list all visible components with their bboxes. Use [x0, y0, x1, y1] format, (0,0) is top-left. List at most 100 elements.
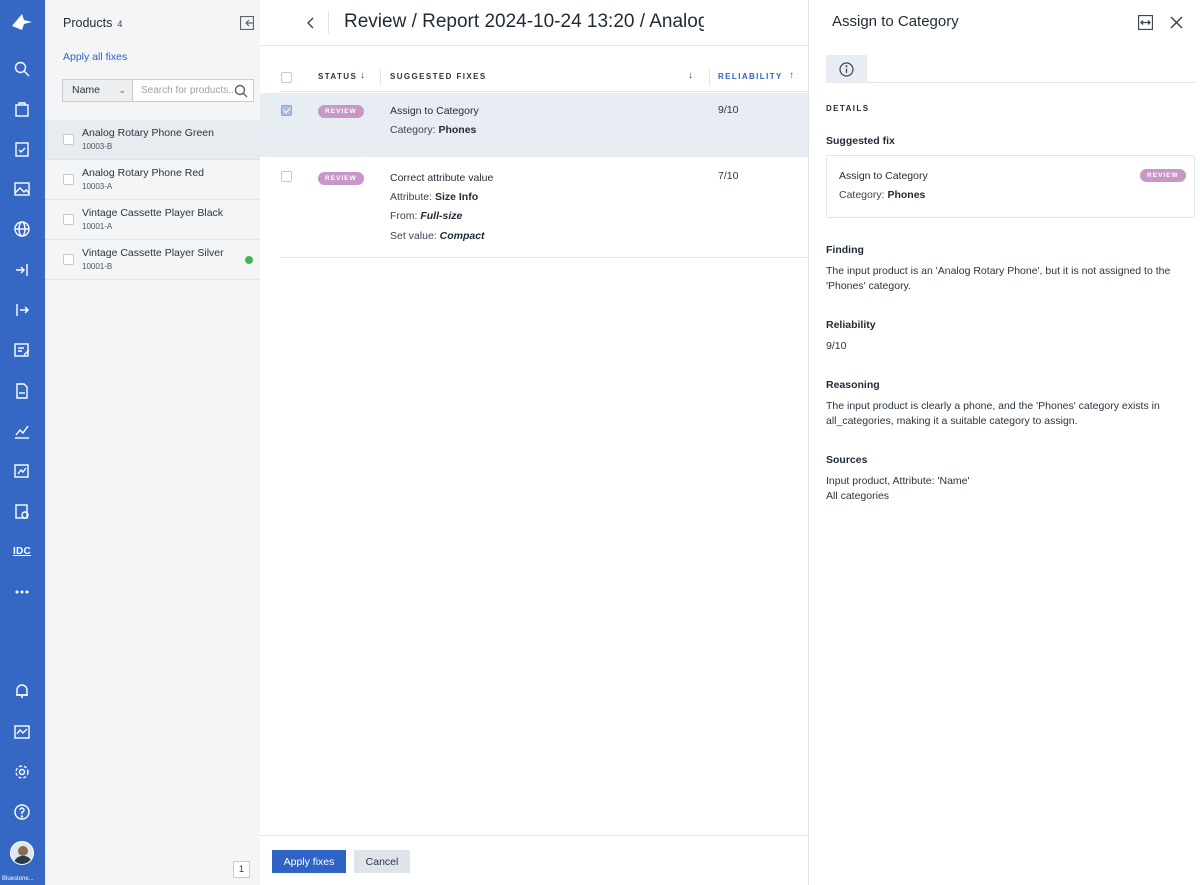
product-sku: 10003-B [82, 142, 113, 151]
reliability-value: 9/10 [718, 104, 739, 116]
product-name: Vintage Cassette Player Black [82, 207, 224, 219]
product-checkbox[interactable] [63, 254, 74, 265]
brand-label: Bluestone... [2, 876, 34, 882]
sort-down-icon[interactable]: ↓ [360, 70, 365, 81]
select-all-checkbox[interactable] [281, 72, 292, 83]
search-icon[interactable] [234, 84, 248, 101]
apply-fixes-button[interactable]: Apply fixes [272, 850, 346, 873]
chart-report-icon[interactable] [12, 461, 32, 481]
logo-icon[interactable] [10, 12, 34, 32]
header-divider [328, 12, 329, 34]
status-ok-icon [245, 256, 253, 264]
fix-detail: Category: Phones [390, 124, 476, 136]
reliability-label: Reliability [826, 319, 876, 331]
product-checkbox[interactable] [63, 174, 74, 185]
chevron-down-icon: ⌄ [118, 85, 126, 95]
page-number[interactable]: 1 [233, 861, 250, 878]
close-icon[interactable] [1169, 15, 1184, 33]
column-suggested-fixes[interactable]: SUGGESTED FIXES [390, 72, 487, 81]
gear-icon[interactable] [12, 762, 32, 782]
products-count: 4 [117, 19, 123, 29]
pdf-icon[interactable] [12, 381, 32, 401]
cancel-button[interactable]: Cancel [354, 850, 410, 873]
product-filter: Name ⌄ [62, 79, 254, 102]
help-icon[interactable] [12, 802, 32, 822]
review-clipboard-icon[interactable] [12, 501, 32, 521]
edit-list-icon[interactable] [12, 340, 32, 360]
fix-detail-value: Size Info [434, 191, 479, 203]
fix-detail-label: Set value: [390, 230, 437, 242]
card-detail-value: Phones [887, 189, 926, 201]
row-checkbox[interactable] [281, 105, 292, 116]
tab-info[interactable] [826, 55, 867, 83]
fix-detail-value: Full-size [420, 210, 463, 222]
expand-icon[interactable] [1137, 14, 1154, 33]
more-icon[interactable] [12, 582, 32, 602]
product-name: Vintage Cassette Player Silver [82, 247, 224, 259]
sort-down-icon[interactable]: ↓ [688, 70, 693, 81]
details-heading: DETAILS [826, 104, 870, 113]
column-divider [709, 68, 710, 86]
bell-icon[interactable] [12, 681, 32, 701]
image-icon[interactable] [12, 179, 32, 199]
detail-tabs [826, 55, 1195, 83]
card-detail-label: Category: [839, 189, 885, 201]
product-checkbox[interactable] [63, 214, 74, 225]
fix-detail: Attribute: Size Info [390, 191, 478, 203]
fix-detail-label: From: [390, 210, 418, 222]
row-checkbox[interactable] [281, 171, 292, 182]
apply-all-fixes-link[interactable]: Apply all fixes [63, 51, 127, 63]
sources-line: Input product, Attribute: 'Name' [826, 475, 970, 487]
analytics-icon[interactable] [12, 421, 32, 441]
product-sku: 10001-B [82, 262, 113, 271]
breadcrumb: Review / Report 2024-10-24 13:20 / Analo… [344, 11, 704, 32]
list-item[interactable]: Analog Rotary Phone Green 10003-B [45, 120, 260, 160]
export-icon[interactable] [12, 300, 32, 320]
status-badge: REVIEW [1140, 169, 1186, 182]
product-name: Analog Rotary Phone Red [82, 167, 204, 179]
filter-field-select[interactable]: Name ⌄ [63, 80, 133, 101]
product-sku: 10003-A [82, 182, 113, 191]
product-name: Analog Rotary Phone Green [82, 127, 214, 139]
suggested-fix-label: Suggested fix [826, 135, 895, 147]
sources-line: All categories [826, 490, 890, 502]
clipboard-icon[interactable] [12, 139, 32, 159]
detail-panel: Assign to Category DETAILS Suggested fix… [808, 0, 1200, 885]
globe-icon[interactable] [12, 219, 32, 239]
table-header: STATUS ↓ SUGGESTED FIXES ↓ RELIABILITY ↑ [280, 62, 808, 92]
fix-detail-label: Attribute: [390, 191, 433, 203]
reasoning-label: Reasoning [826, 379, 880, 391]
avatar[interactable] [10, 841, 34, 865]
search-icon[interactable] [12, 59, 32, 79]
import-icon[interactable] [12, 260, 32, 280]
footer-divider [260, 835, 808, 836]
table-row[interactable]: REVIEW Assign to Category Category: Phon… [260, 93, 808, 157]
products-title-text: Products [63, 16, 113, 30]
product-checkbox[interactable] [63, 134, 74, 145]
shopping-bag-icon[interactable] [12, 99, 32, 119]
status-badge: REVIEW [318, 172, 364, 185]
collapse-panel-icon[interactable] [239, 15, 255, 31]
fix-detail-value: Compact [439, 230, 485, 242]
list-item[interactable]: Vintage Cassette Player Silver 10001-B [45, 240, 260, 280]
main-content: Review / Report 2024-10-24 13:20 / Analo… [260, 0, 808, 885]
column-status[interactable]: STATUS [318, 72, 357, 81]
status-badge: REVIEW [318, 105, 364, 118]
column-reliability[interactable]: RELIABILITY [718, 72, 783, 81]
table-row[interactable]: REVIEW Correct attribute value Attribute… [280, 158, 808, 258]
list-item[interactable]: Analog Rotary Phone Red 10003-A [45, 160, 260, 200]
info-icon [839, 61, 854, 77]
list-item[interactable]: Vintage Cassette Player Black 10001-A [45, 200, 260, 240]
products-panel: Products 4 Apply all fixes Name ⌄ Analog … [45, 0, 260, 885]
sort-up-icon[interactable]: ↑ [789, 70, 794, 81]
fix-detail: Set value: Compact [390, 230, 485, 242]
back-chevron-icon[interactable] [303, 14, 319, 32]
idc-icon[interactable]: IDC [11, 541, 33, 561]
reasoning-text: The input product is clearly a phone, an… [826, 400, 1160, 427]
fix-title: Correct attribute value [390, 172, 494, 184]
reliability-value: 7/10 [718, 170, 739, 182]
reliability-value: 9/10 [826, 340, 847, 352]
monitor-icon[interactable] [12, 722, 32, 742]
search-input[interactable] [141, 80, 237, 101]
finding-label: Finding [826, 244, 864, 256]
